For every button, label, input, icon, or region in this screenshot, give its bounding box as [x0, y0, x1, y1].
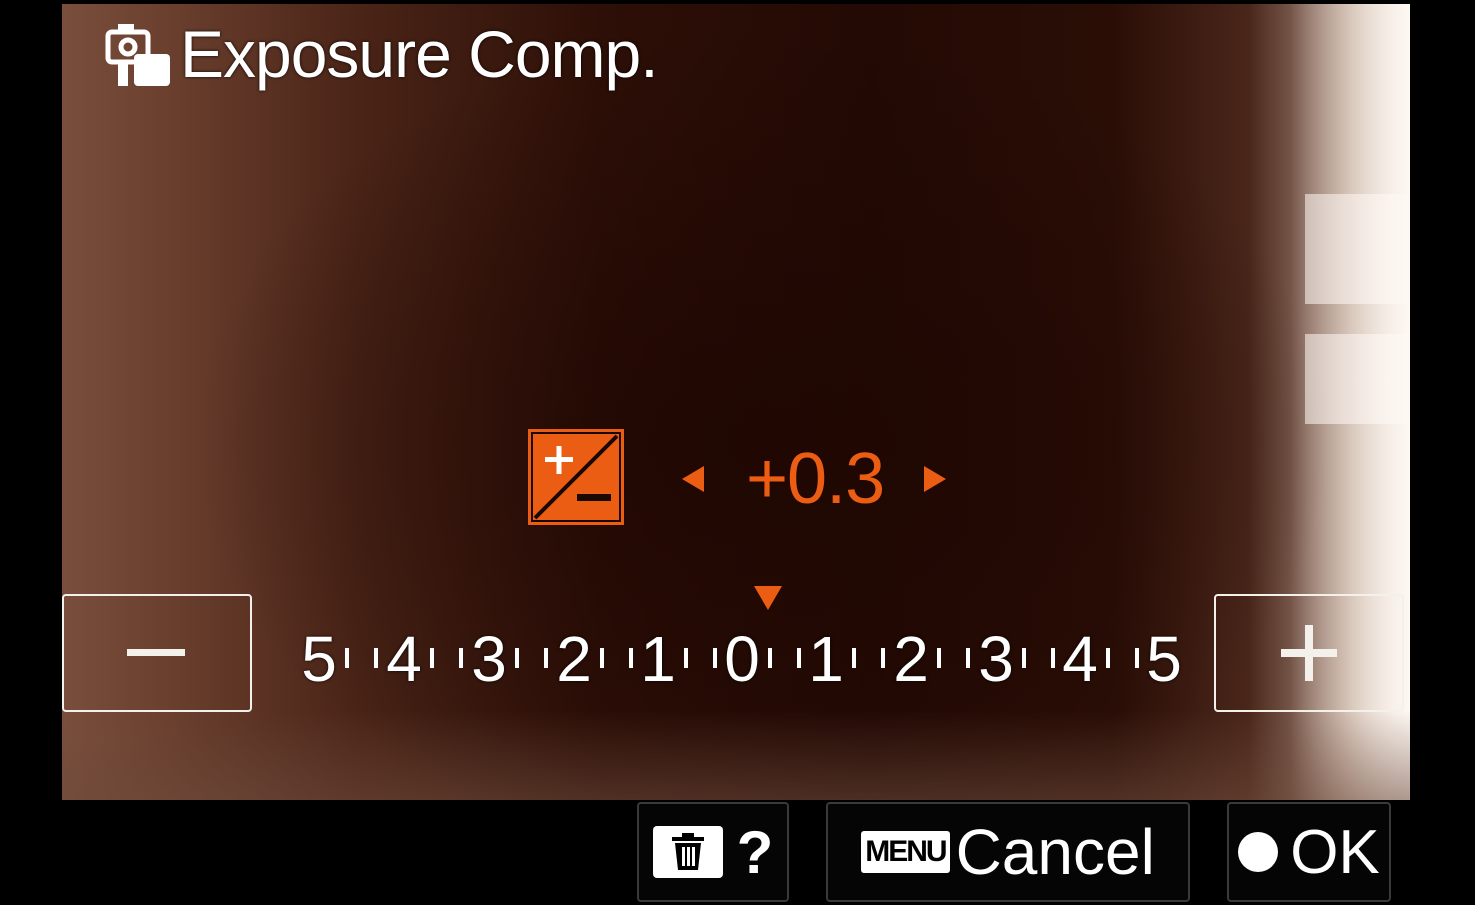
menu-title: Exposure Comp.	[104, 16, 659, 92]
scale-tick	[374, 648, 378, 668]
scale-tick	[937, 648, 941, 668]
scale-tick	[684, 648, 688, 668]
scale-tick	[515, 648, 519, 668]
increase-arrow-icon[interactable]	[924, 466, 947, 492]
scale-tick	[459, 648, 463, 668]
scale-label: 5	[301, 623, 337, 695]
scale-label: 0	[724, 623, 760, 695]
minus-icon	[127, 649, 185, 656]
scale-label: 5	[1146, 623, 1182, 695]
scale-tick	[345, 648, 349, 668]
scale-label: 3	[978, 623, 1014, 695]
help-label: ?	[736, 818, 774, 886]
bottom-shade	[62, 710, 1410, 800]
scale-tick	[430, 648, 434, 668]
scale-tick	[544, 648, 548, 668]
scale-label: 1	[640, 623, 676, 695]
center-button-dot-icon	[1238, 832, 1279, 872]
scale-tick	[768, 648, 772, 668]
ok-label: OK	[1290, 817, 1380, 887]
decrease-button[interactable]	[62, 594, 252, 712]
scale-tick	[852, 648, 856, 668]
scale-tick	[1022, 648, 1026, 668]
scale-tick	[966, 648, 970, 668]
decrease-arrow-icon[interactable]	[682, 466, 704, 492]
scale-tick	[600, 648, 604, 668]
page-title: Exposure Comp.	[180, 17, 659, 91]
cancel-button[interactable]: MENU Cancel	[826, 802, 1190, 902]
exposure-value: +0.3	[746, 439, 885, 519]
plus-icon	[1281, 625, 1337, 681]
increase-button[interactable]	[1214, 594, 1404, 712]
scale-label: 4	[386, 623, 422, 695]
camera-settings-icon	[105, 24, 170, 86]
scale-label: 2	[556, 623, 592, 695]
menu-button-badge: MENU	[861, 831, 950, 873]
trash-icon-box	[652, 826, 723, 878]
exposure-value-row: +0.3	[682, 434, 947, 524]
scale-label: 1	[808, 623, 844, 695]
scale-label: 3	[471, 623, 507, 695]
trash-icon	[671, 833, 704, 870]
exposure-compensation-icon	[528, 429, 624, 525]
scale-tick	[881, 648, 885, 668]
delete-help-button[interactable]: ?	[637, 802, 789, 902]
live-view-screen: Exposure Comp. +0.3 5 4 3 2 1 0 1 2 3 4 …	[62, 4, 1410, 800]
cancel-label: Cancel	[955, 816, 1155, 888]
ok-button[interactable]: OK	[1227, 802, 1391, 902]
scale-label: 4	[1062, 623, 1098, 695]
scale-label: 2	[893, 623, 929, 695]
scale-tick	[1106, 648, 1110, 668]
exposure-scale: 5 4 3 2 1 0 1 2 3 4 5	[284, 600, 1204, 710]
